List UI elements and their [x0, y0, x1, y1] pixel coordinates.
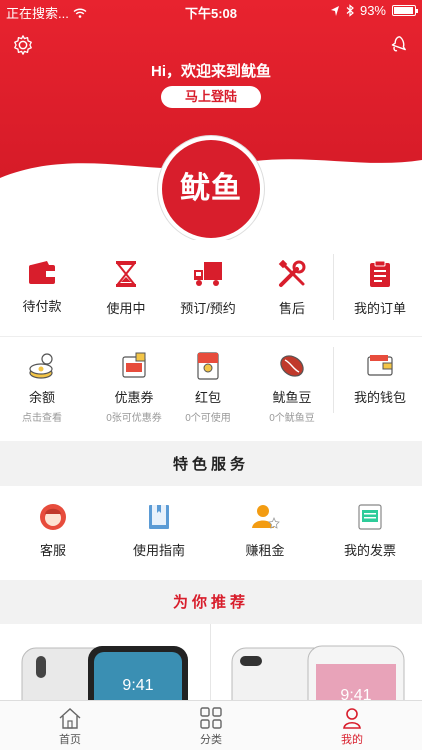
- recommend-list: 9:41 9:41: [0, 624, 422, 702]
- profile-header: Hi，欢迎来到鱿鱼 马上登陆 鱿鱼: [0, 0, 422, 240]
- my-orders[interactable]: 我的订单: [338, 240, 422, 317]
- tab-home[interactable]: 首页: [0, 701, 140, 747]
- truck-icon: [194, 262, 222, 286]
- battery-fill: [394, 7, 413, 14]
- battery-icon: [392, 5, 418, 16]
- wallet-beans[interactable]: 鱿鱼豆 0个鱿鱼豆: [250, 337, 334, 424]
- wallet-icon: [29, 261, 55, 284]
- order-pending-payment[interactable]: 待付款: [0, 240, 84, 315]
- service-label: 客服: [39, 543, 66, 558]
- wallet-label: 鱿鱼豆: [272, 390, 312, 405]
- wallet-sub: 0个可使用: [185, 413, 231, 424]
- service-label: 使用指南: [132, 543, 185, 558]
- bell-icon[interactable]: [386, 34, 408, 56]
- hourglass-icon: [115, 261, 137, 287]
- phone-lock-time: 9:41: [122, 677, 153, 694]
- service-user-guide[interactable]: 使用指南: [106, 486, 212, 559]
- order-label: 我的订单: [353, 301, 406, 316]
- tab-bar: 首页 分类 我的: [0, 700, 422, 750]
- wallet-sub: 0个鱿鱼豆: [269, 413, 315, 424]
- wallet-label: 红包: [194, 390, 221, 405]
- tab-label: 我的: [341, 734, 363, 746]
- bean-icon: [280, 355, 304, 377]
- person-icon: [343, 708, 361, 729]
- product-image-iphone-x[interactable]: 9:41: [0, 624, 210, 702]
- wallet-balance[interactable]: 余额 点击查看: [0, 337, 84, 424]
- service-earn-rent[interactable]: 赚租金: [212, 486, 318, 559]
- wallet-label: 我的钱包: [353, 390, 406, 405]
- gear-icon[interactable]: [12, 34, 34, 56]
- wallet-label: 余额: [28, 390, 55, 405]
- service-customer-support[interactable]: 客服: [0, 486, 106, 559]
- my-wallet[interactable]: 我的钱包: [338, 337, 422, 406]
- section-title-recommend: 为你推荐: [0, 582, 422, 624]
- status-bar: 正在搜索... 下午5:08 93%: [0, 0, 422, 22]
- coins-icon: [29, 353, 53, 379]
- product-image-iphone-8-plus[interactable]: 9:41: [212, 624, 422, 702]
- order-label: 使用中: [106, 301, 146, 316]
- service-my-invoice[interactable]: 我的发票: [318, 486, 422, 559]
- tab-category[interactable]: 分类: [141, 701, 281, 747]
- divider: [333, 254, 334, 320]
- tab-label: 分类: [200, 734, 222, 746]
- earn-user-icon: [252, 505, 280, 529]
- divider: [210, 624, 211, 702]
- divider: [333, 347, 334, 413]
- section-title-services: 特色服务: [0, 444, 422, 486]
- welcome-text: Hi，欢迎来到鱿鱼: [150, 63, 271, 80]
- order-label: 待付款: [22, 299, 62, 314]
- wallet-red-packet[interactable]: 红包 0个可使用: [166, 337, 250, 424]
- tab-mine[interactable]: 我的: [282, 701, 422, 747]
- service-label: 赚租金: [245, 543, 285, 558]
- tools-icon: [278, 260, 306, 287]
- red-packet-icon: [197, 352, 219, 380]
- order-in-use[interactable]: 使用中: [84, 240, 168, 317]
- purse-icon: [367, 355, 393, 376]
- bluetooth-icon: [346, 4, 354, 17]
- battery-percent: 93%: [359, 3, 386, 18]
- service-label: 我的发票: [343, 543, 396, 558]
- clipboard-icon: [370, 260, 390, 287]
- coupon-icon: [122, 352, 146, 378]
- grid-icon: [200, 707, 222, 729]
- wallet-shortcuts: 余额 点击查看 优惠券 0张可优惠券 红包 0个可使用 鱿鱼豆 0个鱿鱼豆 我的…: [0, 337, 422, 441]
- home-icon: [59, 708, 81, 729]
- order-after-sales[interactable]: 售后: [250, 240, 334, 317]
- support-agent-icon: [40, 504, 66, 530]
- order-reservation[interactable]: 预订/预约: [166, 240, 250, 317]
- login-button[interactable]: 马上登陆: [161, 86, 261, 108]
- tab-label: 首页: [59, 734, 81, 746]
- special-services: 客服 使用指南 赚租金 我的发票: [0, 486, 422, 580]
- location-arrow-icon: [330, 5, 339, 16]
- order-label: 售后: [278, 301, 305, 316]
- invoice-printer-icon: [358, 504, 382, 530]
- guide-book-icon: [149, 505, 169, 529]
- order-label: 预订/预约: [180, 301, 236, 316]
- wallet-sub: 点击查看: [22, 413, 62, 424]
- brand-logo: 鱿鱼: [158, 136, 264, 240]
- order-shortcuts: 待付款 使用中 预订/预约 售后 我的订单: [0, 240, 422, 336]
